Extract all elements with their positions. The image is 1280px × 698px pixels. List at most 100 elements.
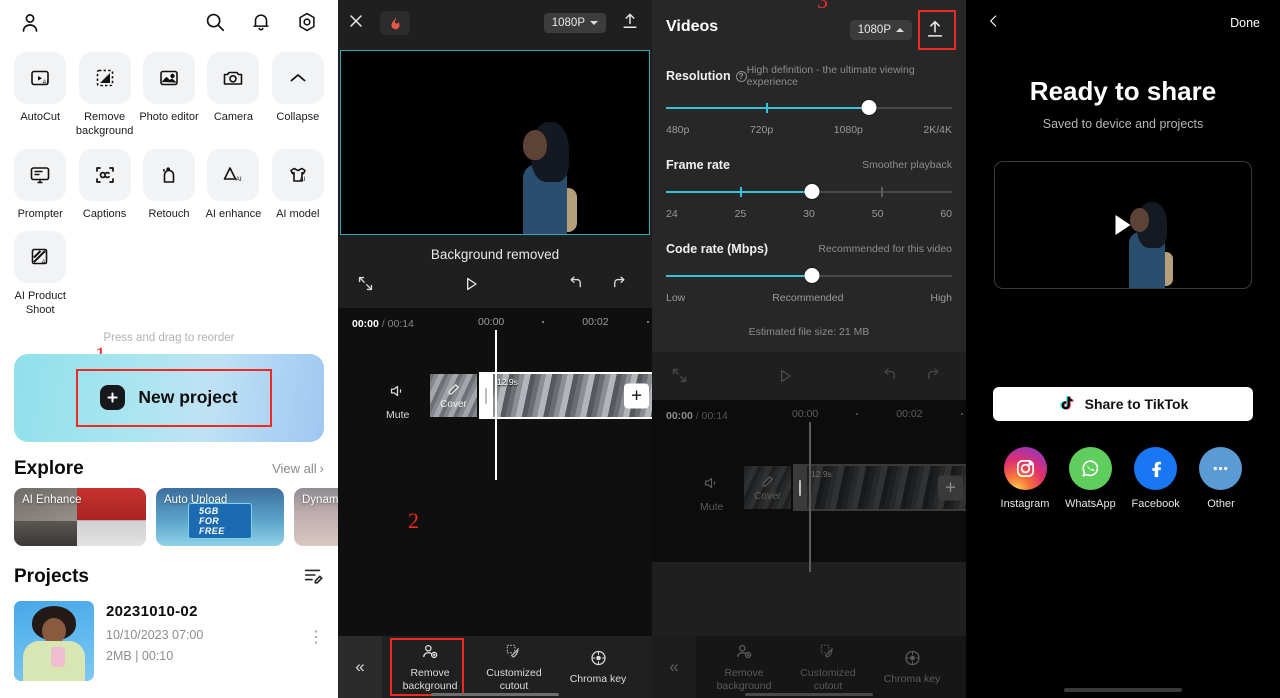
resolution-pill[interactable]: 1080P [849, 20, 912, 40]
new-project-card[interactable]: New project [14, 353, 324, 442]
tool-collapse[interactable]: Collapse [266, 48, 330, 139]
tool-chroma-key[interactable]: Chroma key [556, 642, 640, 692]
dimmed-controls [652, 352, 966, 400]
slider-tick [740, 187, 743, 197]
redo-icon[interactable] [610, 274, 634, 298]
chevron-double-left-icon[interactable]: « [338, 636, 382, 698]
edit-list-icon[interactable] [302, 564, 324, 591]
tool-ai-product-shoot[interactable]: AI AI Product Shoot [8, 227, 72, 318]
scale-label: 60 [940, 208, 952, 220]
subject-figure [511, 122, 577, 234]
cover-button[interactable]: Cover [430, 374, 477, 417]
setting-label: Frame rate [666, 158, 730, 172]
tool-remove-background[interactable]: Remove background [388, 636, 472, 698]
chevron-up-icon [896, 28, 904, 32]
export-settings-sheet: 3 Videos 1080P Resolution ? High definit… [652, 0, 966, 352]
share-video-preview[interactable] [994, 161, 1252, 289]
dimmed-bottom-toolbar: « Remove background Customized cutout Ch… [652, 636, 966, 698]
cover-button: Cover [744, 466, 791, 509]
explore-card-dynamic[interactable]: Dynamic [294, 487, 338, 546]
share-target-other[interactable]: Other [1190, 447, 1252, 510]
help-icon[interactable]: ? [735, 70, 747, 82]
tool-customized-cutout: Customized cutout [786, 636, 870, 698]
resolution-value: 1080P [857, 24, 891, 36]
share-target-instagram[interactable]: Instagram [994, 447, 1056, 510]
fullscreen-icon[interactable] [356, 274, 380, 298]
home-topbar [0, 0, 338, 46]
explore-card-auto-upload[interactable]: Auto Upload 5GB FOR FREE [156, 487, 284, 546]
clip-trim-handle[interactable] [482, 378, 491, 413]
scale-label: Low [666, 292, 686, 304]
tool-label: AI Product Shoot [14, 290, 66, 316]
flame-icon[interactable] [380, 11, 410, 35]
new-project-label: New project [138, 387, 238, 408]
page-subtitle: Saved to device and projects [1042, 117, 1204, 131]
share-target-whatsapp[interactable]: WhatsApp [1059, 447, 1121, 510]
add-clip-button[interactable]: + [624, 383, 649, 408]
upload-icon[interactable] [620, 11, 644, 35]
tab-videos[interactable]: Videos [666, 18, 718, 36]
project-list-item[interactable]: 20231010-02 10/10/2023 07:00 2MB | 00:10… [0, 600, 338, 681]
tool-label: Collapse [276, 111, 320, 123]
tool-ai-model[interactable]: AI AI model [266, 145, 330, 222]
explore-card-ai-enhance[interactable]: AI Enhance [14, 487, 146, 546]
undo-icon[interactable] [566, 274, 590, 298]
close-icon[interactable] [346, 11, 370, 35]
upload-icon[interactable] [924, 18, 948, 42]
timeline-clip: 12.9s + [793, 464, 966, 511]
code-rate-slider[interactable] [666, 268, 952, 283]
slider-knob[interactable] [804, 184, 820, 199]
tool-grid: AI AutoCut Remove background Photo edito… [0, 48, 338, 318]
current-time: 00:00 [352, 318, 379, 330]
resolution-slider[interactable] [666, 100, 952, 115]
slider-knob[interactable] [804, 268, 820, 283]
chevron-up-icon [271, 52, 324, 104]
undo-icon [880, 366, 904, 390]
tool-captions[interactable]: Captions [72, 145, 136, 222]
frame-rate-slider[interactable] [666, 184, 952, 199]
project-more-icon[interactable]: ⋮ [308, 601, 324, 647]
resolution-pill[interactable]: 1080P [543, 13, 606, 33]
playhead[interactable] [495, 330, 497, 480]
play-icon[interactable] [461, 274, 485, 298]
done-button[interactable]: Done [1230, 16, 1260, 30]
tool-photo-editor[interactable]: Photo editor [137, 48, 201, 139]
mute-button[interactable]: Mute [386, 382, 409, 421]
scale-label: 50 [871, 208, 884, 220]
ai-product-shoot-icon: AI [14, 231, 67, 284]
slider-knob[interactable] [861, 100, 877, 115]
tool-camera[interactable]: Camera [201, 48, 265, 139]
chevron-double-left-icon: « [652, 636, 696, 698]
tool-remove-background: Remove background [702, 636, 786, 698]
tool-label: AI enhance [205, 207, 262, 220]
slider-fill [666, 191, 812, 193]
step-number-2: 2 [408, 508, 419, 533]
share-target-facebook[interactable]: Facebook [1125, 447, 1187, 510]
tool-ai-enhance[interactable]: AI AI enhance [201, 145, 265, 222]
editor-preview-wrap [338, 46, 652, 235]
tool-autocut[interactable]: AI AutoCut [8, 48, 72, 139]
tool-retouch[interactable]: Retouch [137, 145, 201, 222]
tool-prompter[interactable]: Prompter [8, 145, 72, 222]
search-icon[interactable] [204, 11, 228, 35]
tool-remove-background[interactable]: Remove background [72, 48, 136, 139]
remove-background-icon [78, 52, 131, 104]
editor-panel: 1080P Background removed 00:00 / 00:14 0… [338, 0, 652, 698]
scale-label: 25 [734, 208, 747, 220]
clip-duration: 12.9s [811, 469, 832, 479]
person-icon[interactable] [18, 11, 42, 35]
bell-icon[interactable] [250, 11, 274, 35]
gear-icon[interactable] [296, 11, 320, 35]
share-to-tiktok-button[interactable]: Share to TikTok [993, 387, 1253, 421]
play-icon[interactable] [1115, 215, 1131, 235]
code-rate-scale: Low Recommended High [666, 292, 952, 304]
view-all-link[interactable]: View all › [272, 461, 324, 476]
setting-label: Code rate (Mbps) [666, 242, 769, 256]
setting-code-rate: Code rate (Mbps) Recommended for this vi… [666, 242, 952, 304]
chevron-left-icon[interactable] [986, 11, 1001, 35]
tool-customized-cutout[interactable]: Customized cutout [472, 636, 556, 698]
video-preview[interactable] [340, 50, 650, 235]
share-targets: Instagram WhatsApp Facebook Other [994, 447, 1252, 510]
home-indicator [1064, 688, 1182, 692]
timeline-clip[interactable]: 12.9s + [479, 372, 652, 419]
